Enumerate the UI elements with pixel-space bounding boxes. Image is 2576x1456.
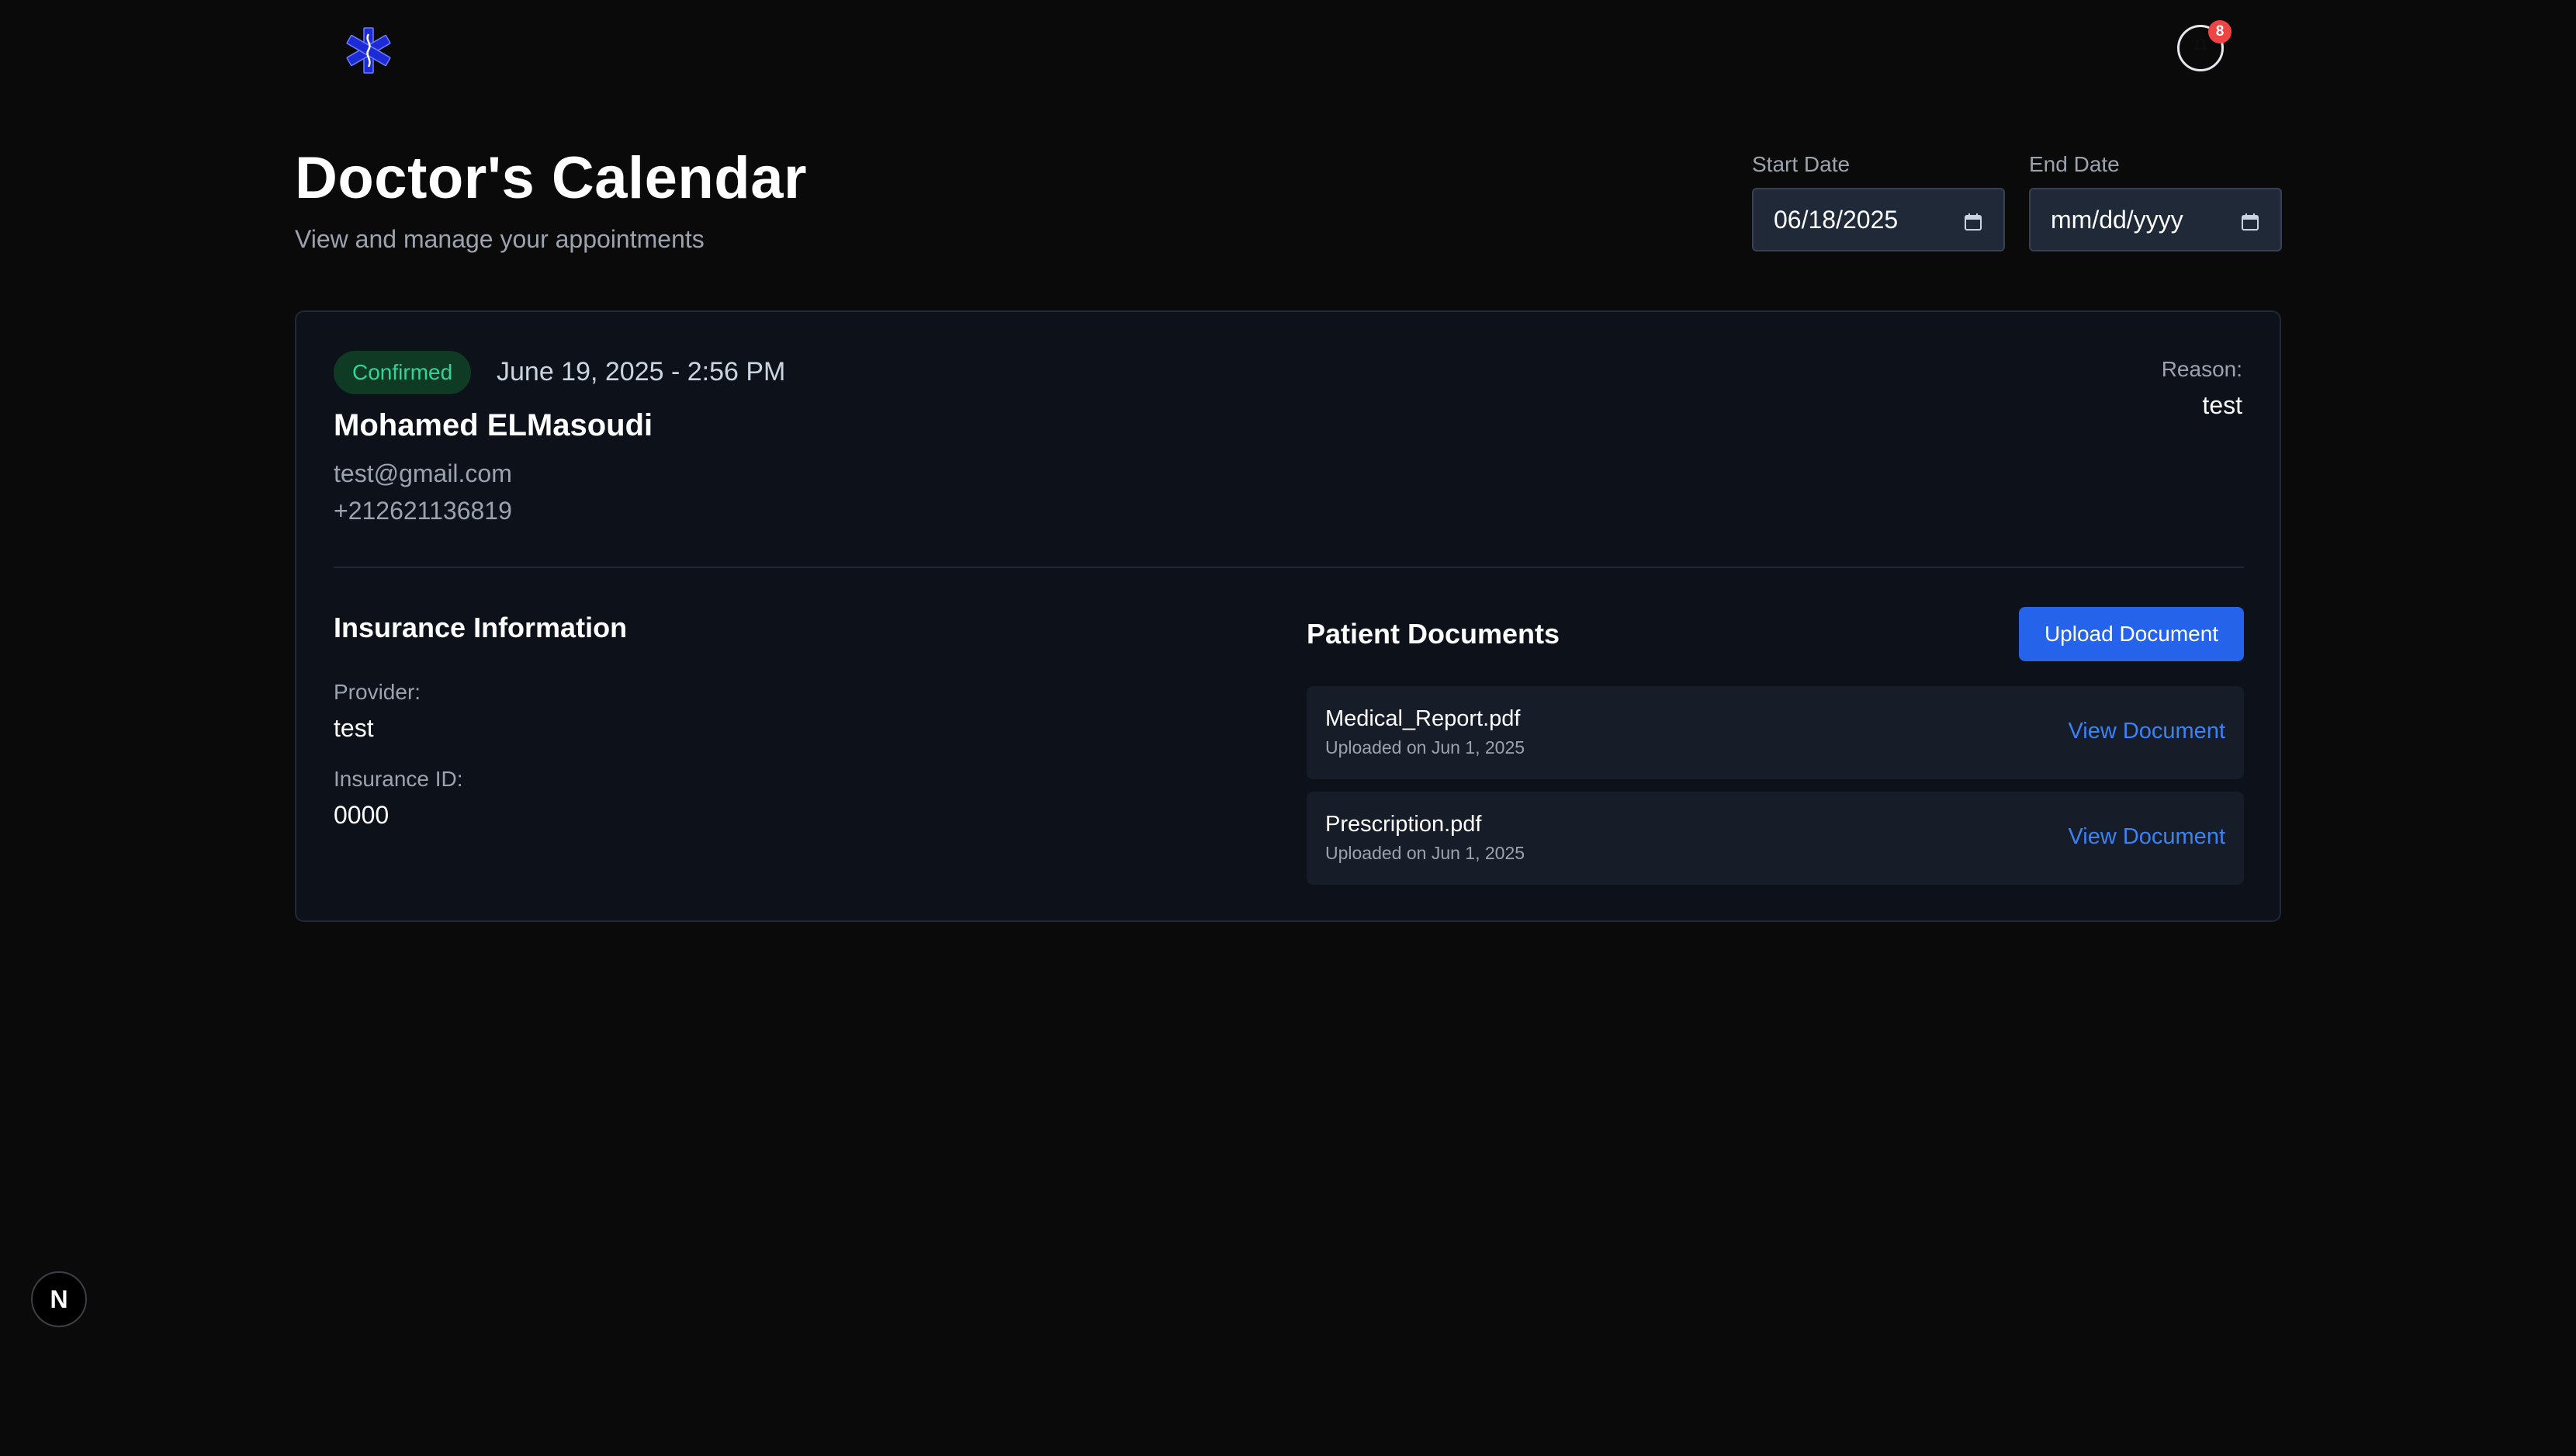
- insurance-id-value: 0000: [334, 801, 390, 829]
- view-document-link[interactable]: View Document: [2068, 719, 2225, 744]
- appointment-card: Confirmed June 19, 2025 - 2:56 PM Mohame…: [295, 310, 2281, 922]
- dev-tools-n-icon[interactable]: N: [31, 1271, 87, 1327]
- notification-count-badge: 8: [2208, 20, 2231, 43]
- reason-label: Reason:: [2161, 357, 2242, 381]
- status-badge: Confirmed: [334, 351, 472, 394]
- documents-section-title: Patient Documents: [1307, 618, 1560, 650]
- patient-name: Mohamed ELMasoudi: [334, 408, 653, 442]
- page-subtitle: View and manage your appointments: [295, 225, 705, 253]
- end-date-filter: End Date mm/dd/yyyy: [2029, 152, 2282, 251]
- appointment-datetime: June 19, 2025 - 2:56 PM: [497, 357, 786, 387]
- dev-tools-label: N: [50, 1284, 68, 1313]
- document-item: Prescription.pdf Uploaded on Jun 1, 2025…: [1307, 792, 2244, 885]
- document-upload-date: Uploaded on Jun 1, 2025: [1325, 737, 1525, 757]
- start-date-label: Start Date: [1752, 152, 1851, 176]
- document-upload-date: Uploaded on Jun 1, 2025: [1325, 843, 1525, 863]
- document-name: Prescription.pdf: [1325, 812, 1482, 837]
- calendar-icon[interactable]: [1963, 210, 1983, 231]
- end-date-label: End Date: [2029, 152, 2120, 176]
- start-date-input[interactable]: 06/18/2025: [1752, 188, 2005, 251]
- reason-value: test: [2202, 391, 2242, 419]
- insurance-section-title: Insurance Information: [334, 612, 628, 643]
- patient-phone: +212621136819: [334, 497, 512, 525]
- end-date-input[interactable]: mm/dd/yyyy: [2029, 188, 2282, 251]
- insurance-id-label: Insurance ID:: [334, 767, 463, 791]
- end-date-placeholder: mm/dd/yyyy: [2051, 205, 2183, 234]
- bell-icon: [2193, 39, 2207, 50]
- divider: [334, 567, 2244, 568]
- view-document-link[interactable]: View Document: [2068, 824, 2225, 850]
- upload-document-button[interactable]: Upload Document: [2019, 607, 2244, 661]
- start-date-value: 06/18/2025: [1774, 205, 1899, 234]
- document-name: Medical_Report.pdf: [1325, 706, 1521, 731]
- star-of-life-logo-icon[interactable]: [343, 25, 394, 76]
- insurance-provider-value: test: [334, 714, 374, 742]
- patient-email: test@gmail.com: [334, 459, 512, 487]
- insurance-provider-label: Provider:: [334, 680, 421, 704]
- calendar-icon[interactable]: [2240, 210, 2260, 231]
- document-item: Medical_Report.pdf Uploaded on Jun 1, 20…: [1307, 686, 2244, 779]
- top-navbar: 8: [0, 0, 2576, 101]
- page-title: Doctor's Calendar: [295, 145, 808, 211]
- start-date-filter: Start Date 06/18/2025: [1752, 152, 2005, 251]
